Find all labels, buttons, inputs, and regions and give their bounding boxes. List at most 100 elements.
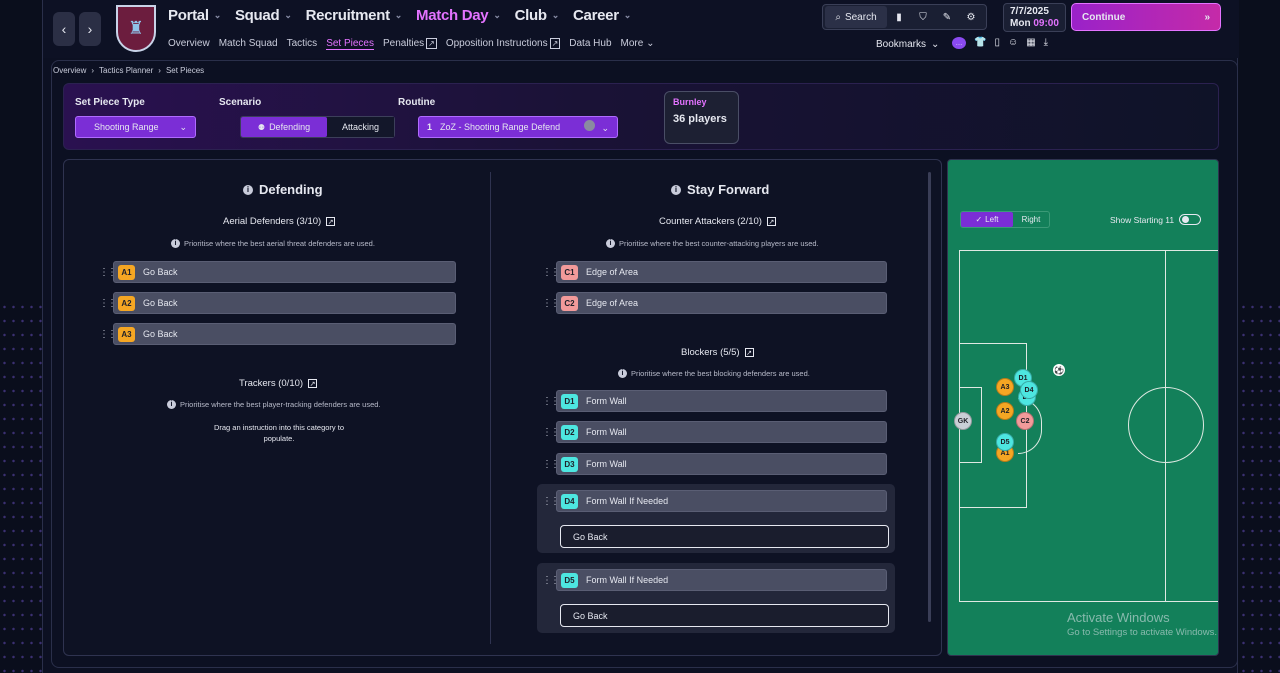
drag-handle-icon[interactable]: ⋮⋮ bbox=[542, 496, 560, 507]
role-badge: C2 bbox=[561, 295, 578, 311]
nav-club[interactable]: Club ⌄ bbox=[515, 7, 560, 24]
subnav-more[interactable]: More ⌄ bbox=[621, 38, 655, 50]
player-marker[interactable]: D5 bbox=[996, 433, 1014, 451]
search-button[interactable]: ⌕ Search bbox=[825, 6, 887, 28]
side-left-option[interactable]: ✓ Left bbox=[961, 212, 1013, 227]
kit-icon[interactable]: 👕 bbox=[974, 37, 986, 49]
subnav-penalties[interactable]: Penalties ↗ bbox=[383, 38, 437, 50]
scenario-attacking[interactable]: Attacking bbox=[327, 117, 394, 137]
nav-recruitment[interactable]: Recruitment ⌄ bbox=[306, 7, 403, 24]
fallback-instruction[interactable]: Go Back bbox=[560, 525, 889, 548]
subnav-tactics[interactable]: Tactics bbox=[287, 38, 318, 50]
external-link-icon: ↗ bbox=[426, 38, 437, 49]
crest-icon: ♜ bbox=[127, 18, 145, 38]
list-item[interactable]: ⋮⋮ D4 Form Wall If Needed bbox=[542, 490, 887, 512]
player-marker[interactable]: C2 bbox=[1016, 412, 1034, 430]
drag-handle-icon[interactable]: ⋮⋮ bbox=[542, 575, 560, 586]
list-item[interactable]: ⋮⋮ C1 Edge of Area bbox=[542, 261, 887, 283]
routine-select[interactable]: 1 ZoZ - Shooting Range Defend ⌄ bbox=[418, 116, 618, 138]
ball-icon[interactable]: ⚽ bbox=[1053, 364, 1065, 376]
gear-icon[interactable]: ⚙ bbox=[959, 12, 983, 23]
list-item[interactable]: ⋮⋮ C2 Edge of Area bbox=[542, 292, 887, 314]
subnav-opposition-instructions[interactable]: Opposition Instructions ↗ bbox=[446, 38, 561, 50]
drag-handle-icon[interactable]: ⋮⋮ bbox=[99, 267, 117, 278]
download-icon[interactable]: ⤓ bbox=[1044, 37, 1048, 49]
list-item[interactable]: ⋮⋮ D3 Form Wall bbox=[542, 453, 887, 475]
panel-scrollbar[interactable] bbox=[928, 172, 931, 622]
bookmarks-menu[interactable]: Bookmarks ⌄ bbox=[876, 39, 939, 50]
search-icon: ⌕ bbox=[835, 11, 841, 23]
info-icon[interactable]: i bbox=[671, 184, 681, 195]
info-icon[interactable]: i bbox=[243, 184, 253, 195]
chat-icon[interactable]: … bbox=[952, 37, 966, 49]
show-starting-toggle[interactable]: Show Starting 11 bbox=[1110, 214, 1202, 225]
drag-handle-icon[interactable]: ⋮⋮ bbox=[542, 267, 560, 278]
toolbar: ⌕ Search ▮ ⛉ ✎ ⚙ bbox=[822, 4, 987, 30]
nav-career[interactable]: Career ⌄ bbox=[573, 7, 631, 24]
current-time: 09:00 bbox=[1033, 18, 1059, 29]
fallback-instruction[interactable]: Go Back bbox=[560, 604, 889, 627]
role-badge: A2 bbox=[118, 295, 135, 311]
drag-handle-icon[interactable]: ⋮⋮ bbox=[99, 298, 117, 309]
back-button[interactable]: ‹ bbox=[53, 12, 75, 46]
trackers-label: Trackers (0/10) ↗ bbox=[239, 378, 318, 389]
team-info[interactable]: Burnley 36 players bbox=[664, 91, 739, 144]
chevron-left-icon: ‹ bbox=[61, 21, 67, 37]
role-badge: C1 bbox=[561, 264, 578, 280]
drag-handle-icon[interactable]: ⋮⋮ bbox=[542, 459, 560, 470]
side-right-option[interactable]: Right bbox=[1013, 212, 1049, 227]
external-link-icon[interactable]: ↗ bbox=[766, 217, 776, 226]
drag-handle-icon[interactable]: ⋮⋮ bbox=[542, 396, 560, 407]
list-item[interactable]: ⋮⋮ D1 Form Wall bbox=[542, 390, 887, 412]
external-link-icon[interactable]: ↗ bbox=[326, 217, 336, 226]
list-item[interactable]: ⋮⋮ A2 Go Back bbox=[99, 292, 456, 314]
routine-label: Routine bbox=[398, 97, 436, 108]
player-marker[interactable]: A3 bbox=[996, 378, 1014, 396]
subnav-set-pieces[interactable]: Set Pieces bbox=[326, 38, 374, 50]
set-piece-type-label: Set Piece Type bbox=[75, 97, 145, 108]
calendar-icon[interactable]: ▦ bbox=[1026, 37, 1035, 49]
subnav-overview[interactable]: Overview bbox=[168, 38, 210, 50]
nav-portal[interactable]: Portal ⌄ bbox=[168, 7, 221, 24]
player-marker[interactable]: D4 bbox=[1020, 381, 1038, 399]
clipboard-icon[interactable]: ▯ bbox=[994, 37, 1000, 49]
drag-handle-icon[interactable]: ⋮⋮ bbox=[542, 427, 560, 438]
chevron-down-icon: ⌄ bbox=[601, 123, 609, 133]
chevron-down-icon: ⌄ bbox=[551, 10, 560, 20]
external-link-icon: ↗ bbox=[549, 38, 561, 49]
date-display[interactable]: 7/7/2025 Mon 09:00 bbox=[1003, 3, 1066, 32]
list-item[interactable]: ⋮⋮ A3 Go Back bbox=[99, 323, 456, 345]
player-marker[interactable]: A2 bbox=[996, 402, 1014, 420]
nav-match-day[interactable]: Match Day ⌄ bbox=[416, 7, 501, 24]
staff-icon[interactable]: ☺ bbox=[1008, 37, 1018, 49]
drag-handle-icon[interactable]: ⋮⋮ bbox=[542, 298, 560, 309]
chevron-down-icon: ⌄ bbox=[394, 10, 403, 20]
list-item[interactable]: ⋮⋮ D5 Form Wall If Needed bbox=[542, 569, 887, 591]
list-item[interactable]: ⋮⋮ A1 Go Back bbox=[99, 261, 456, 283]
external-link-icon[interactable]: ↗ bbox=[308, 379, 318, 388]
aerial-hint: i Prioritise where the best aerial threat… bbox=[171, 239, 375, 248]
scenario-defending[interactable]: ⚉ Defending bbox=[241, 117, 327, 137]
pitch-line bbox=[959, 601, 1218, 602]
role-badge: D2 bbox=[561, 424, 578, 440]
subnav-data-hub[interactable]: Data Hub bbox=[569, 38, 611, 50]
continue-button[interactable]: Continue » bbox=[1071, 3, 1221, 31]
club-crest[interactable]: ♜ bbox=[116, 5, 156, 52]
breadcrumb-tactics-planner[interactable]: Tactics Planner bbox=[99, 66, 153, 75]
forward-button[interactable]: › bbox=[79, 12, 101, 46]
filter-bar: Set Piece Type Shooting Range ⌄ Scenario… bbox=[63, 83, 1219, 150]
subnav-match-squad[interactable]: Match Squad bbox=[219, 38, 278, 50]
check-icon: ✓ bbox=[975, 215, 983, 224]
external-link-icon[interactable]: ↗ bbox=[744, 348, 754, 357]
player-marker[interactable]: GK bbox=[954, 412, 972, 430]
breadcrumb-overview[interactable]: Overview bbox=[53, 66, 86, 75]
inbox-icon[interactable]: ▮ bbox=[887, 12, 911, 23]
players-icon: ⚉ bbox=[257, 122, 266, 132]
drag-handle-icon[interactable]: ⋮⋮ bbox=[99, 329, 117, 340]
nav-squad[interactable]: Squad ⌄ bbox=[235, 7, 292, 24]
stay-forward-title: i Stay Forward bbox=[671, 182, 769, 197]
pen-icon[interactable]: ✎ bbox=[935, 12, 959, 23]
shield-icon[interactable]: ⛉ bbox=[911, 12, 935, 23]
set-piece-type-select[interactable]: Shooting Range ⌄ bbox=[75, 116, 196, 138]
list-item[interactable]: ⋮⋮ D2 Form Wall bbox=[542, 421, 887, 443]
